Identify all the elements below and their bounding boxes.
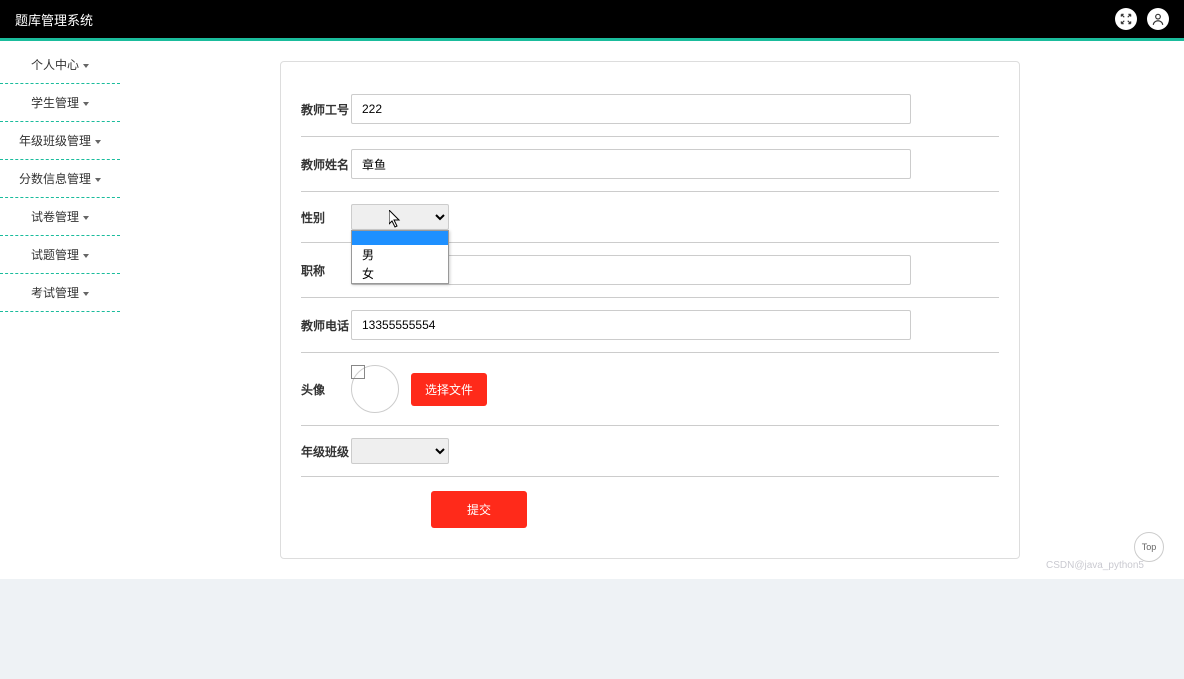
select-class[interactable] xyxy=(351,438,449,464)
row-gender: 性别 男 女 xyxy=(301,192,999,243)
avatar-preview xyxy=(351,365,399,413)
row-phone: 教师电话 xyxy=(301,298,999,353)
dropdown-option-male[interactable]: 男 xyxy=(352,245,448,264)
sidebar-item-papers[interactable]: 试卷管理 xyxy=(0,198,120,236)
sidebar-item-label: 试卷管理 xyxy=(31,210,79,224)
fullscreen-icon[interactable] xyxy=(1115,8,1137,30)
row-teacher-name: 教师姓名 xyxy=(301,137,999,192)
sidebar-item-classes[interactable]: 年级班级管理 xyxy=(0,122,120,160)
label-teacher-id: 教师工号 xyxy=(301,101,351,118)
label-teacher-name: 教师姓名 xyxy=(301,156,351,173)
header-bar: 题库管理系统 xyxy=(0,0,1184,38)
dropdown-option-female[interactable]: 女 xyxy=(352,264,448,283)
user-icon[interactable] xyxy=(1147,8,1169,30)
submit-button[interactable]: 提交 xyxy=(431,491,527,528)
label-class: 年级班级 xyxy=(301,443,351,460)
sidebar-item-profile[interactable]: 个人中心 xyxy=(0,46,120,84)
back-to-top-button[interactable]: Top xyxy=(1134,532,1164,562)
input-teacher-name[interactable] xyxy=(351,149,911,179)
input-phone[interactable] xyxy=(351,310,911,340)
sidebar-item-label: 学生管理 xyxy=(31,96,79,110)
dropdown-option-blank[interactable] xyxy=(352,231,448,245)
main-content: 教师工号 教师姓名 性别 男 女 xyxy=(120,41,1184,579)
sidebar-item-students[interactable]: 学生管理 xyxy=(0,84,120,122)
select-gender[interactable] xyxy=(351,204,449,230)
sidebar: 个人中心 学生管理 年级班级管理 分数信息管理 试卷管理 试题管理 考试管理 xyxy=(0,41,120,579)
sidebar-item-exams[interactable]: 考试管理 xyxy=(0,274,120,312)
label-avatar: 头像 xyxy=(301,381,351,398)
row-avatar: 头像 选择文件 xyxy=(301,353,999,426)
gender-dropdown: 男 女 xyxy=(351,230,449,284)
label-title: 职称 xyxy=(301,262,351,279)
sidebar-item-questions[interactable]: 试题管理 xyxy=(0,236,120,274)
label-gender: 性别 xyxy=(301,209,351,226)
sidebar-item-label: 考试管理 xyxy=(31,286,79,300)
input-teacher-id[interactable] xyxy=(351,94,911,124)
sidebar-item-scores[interactable]: 分数信息管理 xyxy=(0,160,120,198)
sidebar-item-label: 个人中心 xyxy=(31,58,79,72)
upload-button[interactable]: 选择文件 xyxy=(411,373,487,406)
sidebar-item-label: 年级班级管理 xyxy=(19,134,91,148)
watermark: CSDN@java_python5 xyxy=(1046,560,1144,571)
sidebar-item-label: 分数信息管理 xyxy=(19,172,91,186)
header-icons xyxy=(1115,8,1169,30)
row-teacher-id: 教师工号 xyxy=(301,82,999,137)
form-card: 教师工号 教师姓名 性别 男 女 xyxy=(280,61,1020,559)
bottom-band xyxy=(0,579,1184,679)
label-phone: 教师电话 xyxy=(301,317,351,334)
app-title: 题库管理系统 xyxy=(15,10,93,29)
sidebar-item-label: 试题管理 xyxy=(31,248,79,262)
row-class: 年级班级 xyxy=(301,426,999,477)
